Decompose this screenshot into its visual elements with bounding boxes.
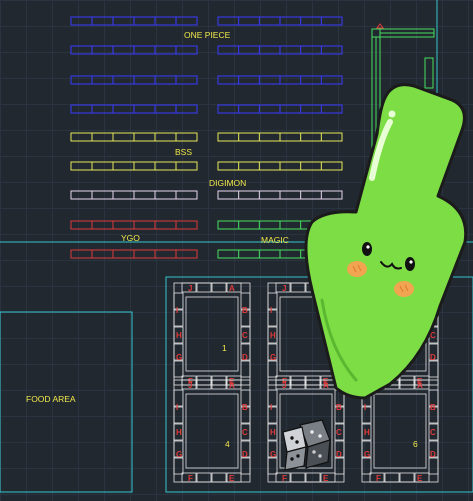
seat-label: F (282, 474, 287, 483)
seat-label: I (270, 403, 272, 412)
seat-label: A (229, 284, 235, 293)
arrow-mascot-icon (304, 83, 468, 400)
table-row-right-4 (217, 104, 343, 114)
play-table-6: JAIHGBCDFE (361, 379, 439, 483)
seat-label: D (430, 450, 436, 459)
seat-label: A (323, 381, 329, 390)
table-row-left-4 (70, 104, 198, 114)
seat-label: B (242, 306, 248, 315)
seat-label: G (176, 450, 182, 459)
table-row-left-9 (70, 249, 198, 259)
seat-label: A (229, 381, 235, 390)
seat-label: G (176, 353, 182, 362)
seat-label: I (270, 306, 272, 315)
section-label-one-piece: ONE PIECE (184, 30, 231, 40)
table-row-left-5 (70, 132, 198, 142)
seat-label: C (336, 428, 342, 437)
seat-label: J (282, 284, 286, 293)
seat-label: G (270, 353, 276, 362)
section-label-ygo: YGO (121, 233, 140, 243)
seat-label: C (242, 428, 248, 437)
seat-label: I (176, 403, 178, 412)
table-row-right-5 (217, 132, 343, 142)
floor-plan: JAIHGBCDFEJAIHGBCDFEJAIHGBCDFEJAIHGBCDFE… (0, 0, 473, 501)
seat-label: F (376, 474, 381, 483)
table-row-right-2 (217, 45, 343, 55)
table-number-1: 1 (222, 343, 227, 353)
table-number-6: 6 (413, 439, 418, 449)
seat-label: D (336, 450, 342, 459)
seat-label: H (270, 428, 276, 437)
seat-label: E (417, 474, 423, 483)
seat-label: D (242, 353, 248, 362)
seat-label: D (430, 353, 436, 362)
food-area-label: FOOD AREA (26, 394, 76, 404)
seat-label: H (270, 331, 276, 340)
section-label-magic: MAGIC (261, 235, 289, 245)
table-row-right-6 (217, 161, 343, 171)
table-row-left-6 (70, 161, 198, 171)
table-row-left-3 (70, 75, 198, 85)
seat-label: B (336, 403, 342, 412)
play-table-1: J AIHGBCDF E (173, 282, 251, 386)
play-table-4: J A I H G B C D F E (173, 379, 251, 483)
table-row-left-7 (70, 190, 198, 200)
table-number-4: 4 (225, 439, 230, 449)
table-row-right-1 (217, 16, 343, 26)
red-marker (376, 23, 384, 29)
dice-icon (282, 419, 331, 471)
seat-label: E (323, 474, 329, 483)
seat-label: I (364, 403, 366, 412)
seat-label: C (242, 331, 248, 340)
floor-plan-drawing: JAIHGBCDFEJAIHGBCDFEJAIHGBCDFEJAIHGBCDFE… (0, 0, 473, 493)
table-row-left-2 (70, 45, 198, 55)
seat-label: J (188, 381, 192, 390)
table-row-left-8 (70, 220, 198, 230)
section-label-digimon: DIGIMON (209, 178, 246, 188)
seat-label: B (430, 403, 436, 412)
seat-label: A (417, 381, 423, 390)
table-row-right-3 (217, 75, 343, 85)
seat-label: G (270, 450, 276, 459)
seat-label: I (176, 306, 178, 315)
seat-label: D (242, 450, 248, 459)
section-label-bss: BSS (175, 147, 192, 157)
seat-label: F (188, 474, 193, 483)
seat-label: J (282, 381, 286, 390)
seat-label: C (430, 428, 436, 437)
seat-label: H (176, 331, 182, 340)
seat-label: G (364, 450, 370, 459)
seat-label: H (364, 428, 370, 437)
seat-label: B (242, 403, 248, 412)
seat-label: J (188, 284, 192, 293)
table-row-left-1 (70, 16, 198, 26)
table-row-right-7 (217, 190, 343, 200)
seat-label: H (176, 428, 182, 437)
seat-label: E (229, 474, 235, 483)
